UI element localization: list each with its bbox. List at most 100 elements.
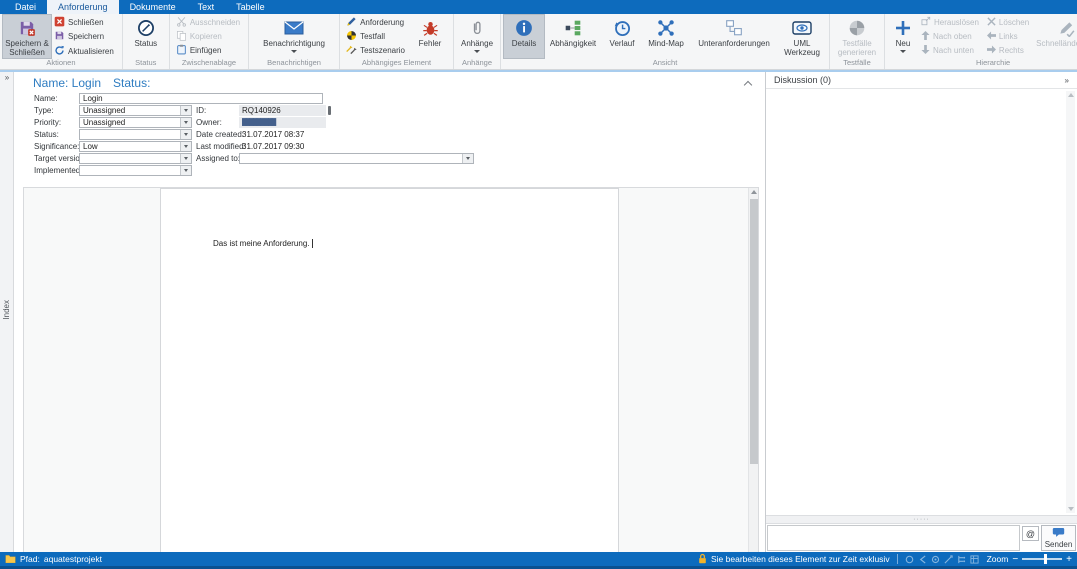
ribbon-group-status: Status Status: [123, 14, 170, 69]
id-field-grip[interactable]: [328, 106, 331, 115]
status-select[interactable]: [79, 129, 192, 140]
id-field: RQ140926: [239, 105, 326, 116]
discussion-panel: Diskussion (0) » ····· @ Senden: [765, 72, 1077, 552]
neu-button[interactable]: Neu: [888, 15, 918, 58]
paste-button[interactable]: Einfügen: [173, 44, 245, 58]
save-button[interactable]: Speichern: [51, 30, 119, 44]
editor-vertical-scrollbar[interactable]: [748, 188, 758, 552]
tab-datei[interactable]: Datei: [4, 0, 47, 14]
testszenario-button[interactable]: Testszenario: [343, 44, 410, 58]
arrow-right-icon: [987, 45, 996, 56]
zoom-slider-track[interactable]: [1022, 558, 1062, 560]
close-button[interactable]: Schließen: [51, 15, 119, 29]
view-mode-3-icon[interactable]: [931, 555, 940, 564]
schnellaenderung-label: Schnelländerung: [1036, 39, 1077, 48]
priority-dropdown-arrow-icon[interactable]: [180, 118, 191, 127]
view-mode-grid-icon[interactable]: [970, 555, 979, 564]
implemented-in-dropdown-arrow-icon[interactable]: [180, 166, 191, 175]
target-version-select[interactable]: [79, 153, 192, 164]
notification-label: Benachrichtigung: [263, 39, 325, 48]
view-mode-5-icon[interactable]: [957, 555, 966, 564]
uml-werkzeug-button[interactable]: UML Werkzeug: [778, 15, 826, 58]
index-expand-chevron-icon[interactable]: »: [0, 73, 14, 82]
discussion-scroll-up-icon[interactable]: [1068, 93, 1074, 97]
abhaengigkeit-button[interactable]: Abhängigkeit: [544, 15, 602, 58]
group-label-benachrichtigen: Benachrichtigen: [252, 58, 336, 69]
discussion-composer: @ Senden: [766, 524, 1077, 552]
mindmap-label: Mind-Map: [648, 39, 684, 48]
path-value[interactable]: aquatestprojekt: [44, 554, 102, 564]
tab-dokumente[interactable]: Dokumente: [119, 0, 187, 14]
refresh-label: Aktualisieren: [68, 47, 114, 56]
target-version-dropdown-arrow-icon[interactable]: [180, 154, 191, 163]
unteranforderungen-button[interactable]: Unteranforderungen: [690, 15, 778, 58]
refresh-button[interactable]: Aktualisieren: [51, 44, 119, 58]
type-select[interactable]: Unassigned: [79, 105, 192, 116]
discussion-header: Diskussion (0) »: [766, 72, 1077, 89]
ribbon-group-ansicht: Details Abhängigkeit Verlauf: [501, 14, 830, 69]
scissors-icon: [176, 16, 187, 29]
significance-select[interactable]: Low: [79, 141, 192, 152]
index-panel-label[interactable]: Index: [2, 300, 11, 320]
pen-icon: [346, 16, 357, 29]
ribbon: Speichern & Schließen Schließen Speicher…: [0, 14, 1077, 70]
testfall-button[interactable]: Testfall: [343, 30, 410, 44]
testfall-label: Testfall: [360, 32, 385, 41]
zoom-slider-handle[interactable]: [1044, 554, 1047, 564]
paperclip-icon: [469, 18, 485, 38]
notification-button[interactable]: Benachrichtigung: [252, 15, 336, 58]
assigned-to-dropdown-arrow-icon[interactable]: [462, 154, 473, 163]
collapse-form-chevron-icon[interactable]: [744, 81, 752, 89]
message-input[interactable]: [767, 525, 1020, 551]
path-label: Pfad:: [20, 554, 40, 564]
ribbon-group-abhaengiges-element: Anforderung Testfall Testszenario: [340, 14, 454, 69]
discussion-message-list[interactable]: [766, 89, 1077, 515]
tab-anforderung[interactable]: Anforderung: [47, 0, 119, 14]
mindmap-button[interactable]: Mind-Map: [642, 15, 690, 58]
status-button[interactable]: Status: [126, 15, 166, 58]
tab-text[interactable]: Text: [187, 0, 226, 14]
links-label: Links: [999, 32, 1018, 41]
zoom-out-button[interactable]: −: [1012, 554, 1018, 565]
status-label: Status: [134, 39, 157, 48]
zoom-in-button[interactable]: +: [1066, 554, 1072, 565]
ribbon-group-aktionen: Speichern & Schließen Schließen Speicher…: [0, 14, 123, 69]
implemented-in-select[interactable]: [79, 165, 192, 176]
zoom-label: Zoom: [987, 554, 1009, 564]
id-value: RQ140926: [242, 106, 281, 115]
document-page[interactable]: Das ist meine Anforderung.: [160, 188, 619, 552]
save-close-button[interactable]: Speichern & Schließen: [3, 15, 51, 58]
status-dropdown-arrow-icon[interactable]: [180, 130, 191, 139]
view-mode-1-icon[interactable]: [905, 555, 914, 564]
discussion-scroll-down-icon[interactable]: [1068, 507, 1074, 511]
arrow-left-icon: [987, 31, 996, 42]
verlauf-button[interactable]: Verlauf: [602, 15, 642, 58]
discussion-expand-chevron-icon[interactable]: »: [1065, 76, 1069, 85]
fehler-button[interactable]: Fehler: [410, 15, 450, 58]
details-button[interactable]: Details: [504, 15, 544, 58]
view-mode-4-icon[interactable]: [944, 555, 953, 564]
attachments-button[interactable]: Anhänge: [457, 15, 497, 58]
cut-label: Ausschneiden: [190, 18, 240, 27]
scrollbar-thumb[interactable]: [750, 199, 758, 464]
info-circle-icon: [515, 18, 533, 38]
priority-select[interactable]: Unassigned: [79, 117, 192, 128]
scroll-up-arrow-icon[interactable]: [751, 190, 757, 194]
anforderung-button[interactable]: Anforderung: [343, 15, 410, 29]
owner-field: ██████ ███: [239, 117, 326, 128]
view-mode-2-icon[interactable]: [918, 555, 927, 564]
send-chat-icon: [1052, 527, 1065, 539]
mention-button[interactable]: @: [1022, 526, 1039, 541]
abhaengigkeit-label: Abhängigkeit: [550, 39, 596, 48]
name-input[interactable]: Login: [79, 93, 323, 104]
discussion-splitter[interactable]: ·····: [766, 515, 1077, 524]
type-dropdown-arrow-icon[interactable]: [180, 106, 191, 115]
significance-dropdown-arrow-icon[interactable]: [180, 142, 191, 151]
assigned-to-select[interactable]: [239, 153, 474, 164]
save-icon: [54, 30, 65, 43]
node-star-icon: [657, 18, 675, 38]
discussion-scrollbar[interactable]: [1066, 91, 1075, 513]
tab-tabelle[interactable]: Tabelle: [225, 0, 276, 14]
send-button[interactable]: Senden: [1041, 525, 1076, 551]
eye-box-icon: [792, 18, 812, 38]
